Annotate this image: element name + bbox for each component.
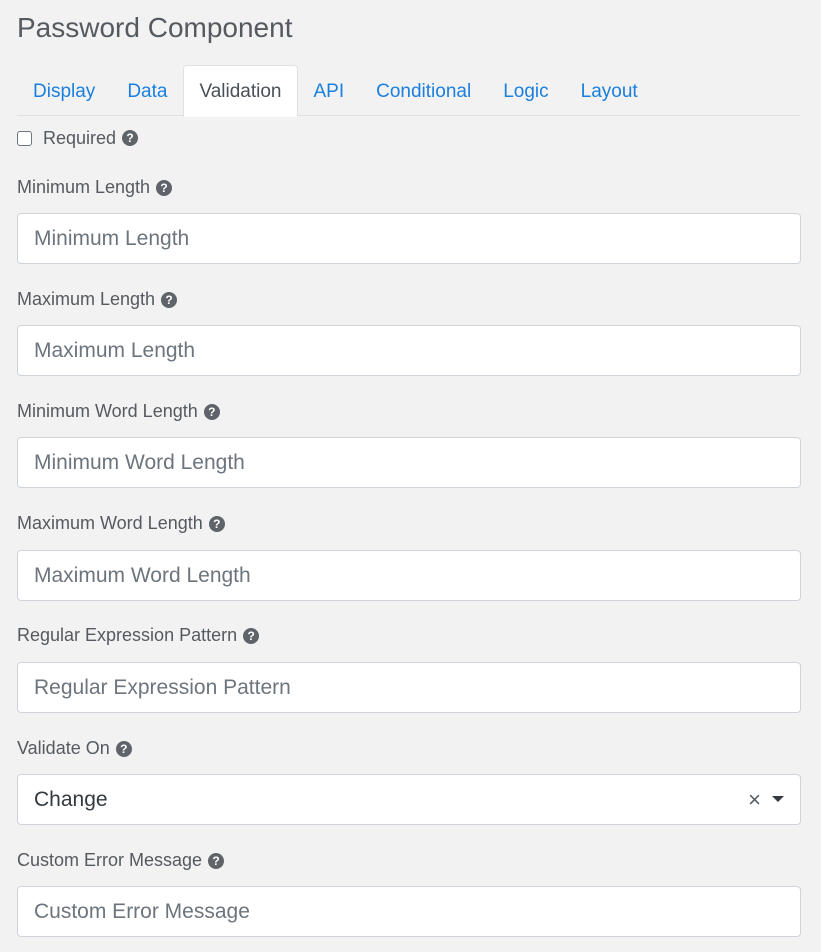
min-word-length-label: Minimum Word Length? [17,399,220,423]
max-word-length-label-text: Maximum Word Length [17,513,203,533]
custom-error-help-icon[interactable]: ? [208,853,225,869]
max-length-help-icon[interactable]: ? [161,292,178,308]
max-length-label: Maximum Length? [17,287,178,311]
tab-api[interactable]: API [298,65,361,117]
custom-error-input[interactable]: Custom Error Message [17,886,801,937]
tab-validation[interactable]: Validation [183,65,298,117]
min-word-length-label-text: Minimum Word Length [17,401,198,421]
validate-on-label: Validate On? [17,736,132,760]
regex-pattern-label: Regular Expression Pattern? [17,623,260,647]
required-row: Required ? [17,125,139,151]
min-length-input[interactable]: Minimum Length [17,213,801,264]
tab-bar: Display Data Validation API Conditional … [17,65,800,117]
tab-logic[interactable]: Logic [487,65,564,117]
min-length-help-icon[interactable]: ? [156,180,173,196]
validate-on-help-icon[interactable]: ? [115,741,132,757]
close-icon[interactable]: × [748,775,761,824]
validate-on-label-text: Validate On [17,738,110,758]
required-label[interactable]: Required [43,128,116,149]
tab-layout[interactable]: Layout [565,65,654,117]
min-word-length-help-icon[interactable]: ? [203,404,220,420]
required-help-icon[interactable]: ? [122,130,139,146]
tab-display[interactable]: Display [17,65,111,117]
regex-pattern-help-icon[interactable]: ? [243,628,260,644]
max-word-length-input[interactable]: Maximum Word Length [17,550,801,601]
regex-pattern-label-text: Regular Expression Pattern [17,625,238,645]
custom-error-label: Custom Error Message? [17,848,225,872]
caret-down-icon[interactable] [772,796,784,802]
custom-error-label-text: Custom Error Message [17,850,203,870]
min-word-length-input[interactable]: Minimum Word Length [17,437,801,488]
max-word-length-label: Maximum Word Length? [17,511,225,535]
max-length-input[interactable]: Maximum Length [17,325,801,376]
validate-on-value: Change [34,788,108,811]
min-length-label: Minimum Length? [17,175,173,199]
tab-data[interactable]: Data [111,65,183,117]
tab-conditional[interactable]: Conditional [360,65,487,117]
required-checkbox[interactable] [17,130,32,146]
min-length-label-text: Minimum Length [17,177,151,197]
page-title: Password Component [17,12,293,43]
max-length-label-text: Maximum Length [17,289,156,309]
regex-pattern-input[interactable]: Regular Expression Pattern [17,662,801,713]
max-word-length-help-icon[interactable]: ? [208,516,225,532]
validate-on-select[interactable]: Change × [17,774,801,825]
